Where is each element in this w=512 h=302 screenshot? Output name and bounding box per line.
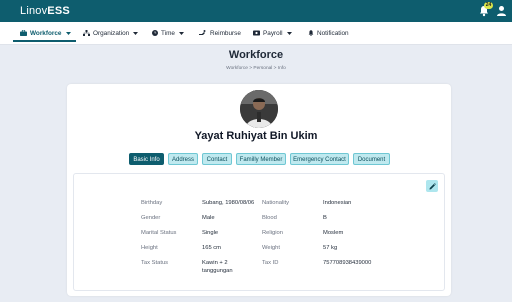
tax-id-value: 757708938439000 <box>323 260 372 266</box>
nav-payroll[interactable]: Payroll <box>253 22 295 44</box>
org-chart-icon <box>83 30 90 36</box>
height-label: Height <box>141 245 158 251</box>
chevron-down-icon <box>286 31 292 35</box>
basic-info-panel <box>73 173 445 291</box>
marital-status-label: Marital Status <box>141 230 177 236</box>
nav-workforce-label: Workforce <box>30 29 62 37</box>
top-bar: LinovESS 24 <box>0 0 512 22</box>
tab-document[interactable]: Document <box>353 153 390 165</box>
nav-payroll-label: Payroll <box>263 29 283 37</box>
nav-notification[interactable]: Notification <box>308 22 349 44</box>
tax-status-value-line2: tanggungan <box>202 268 233 274</box>
main-nav: Workforce Organization Time Reimburse Pa… <box>0 22 512 45</box>
blood-label: Blood <box>262 215 277 221</box>
app-logo[interactable]: LinovESS <box>20 5 70 17</box>
gender-value: Male <box>202 215 215 221</box>
reimburse-icon <box>199 30 206 35</box>
nav-reimburse-label: Reimburse <box>210 29 241 37</box>
tax-status-label: Tax Status <box>141 260 169 266</box>
profile-photo <box>240 90 278 128</box>
weight-value: 57 kg <box>323 245 338 251</box>
tax-status-value-line1: Kawin + 2 <box>202 260 228 266</box>
religion-label: Religion <box>262 230 283 236</box>
edit-button[interactable] <box>426 180 438 192</box>
avatar <box>240 90 278 128</box>
nav-time[interactable]: Time <box>152 22 187 44</box>
nav-reimburse[interactable]: Reimburse <box>199 22 241 44</box>
chevron-down-icon <box>133 31 139 35</box>
bell-icon <box>308 30 314 36</box>
blood-value: B <box>323 215 327 221</box>
employee-name: Yayat Ruhiyat Bin Ukim <box>194 130 318 142</box>
active-nav-indicator <box>13 40 76 42</box>
tab-family-member[interactable]: Familly Member <box>236 153 286 165</box>
briefcase-icon <box>20 30 27 36</box>
nav-time-label: Time <box>161 29 175 37</box>
tab-basic-info[interactable]: Basic Info <box>129 153 164 165</box>
page-title: Workforce <box>228 49 284 61</box>
tab-contact[interactable]: Contact <box>202 153 232 165</box>
wallet-icon <box>253 30 260 36</box>
user-account-icon[interactable] <box>496 5 507 17</box>
clock-icon <box>152 30 158 36</box>
chevron-down-icon <box>65 31 71 35</box>
birthday-value: Subang, 1980/08/06 <box>202 200 255 206</box>
weight-label: Weight <box>262 245 280 251</box>
chevron-down-icon <box>178 31 184 35</box>
gender-label: Gender <box>141 215 161 221</box>
notification-count-badge: 24 <box>484 2 493 9</box>
nav-organization[interactable]: Organization <box>83 22 141 44</box>
tax-id-label: Tax ID <box>262 260 279 266</box>
height-value: 165 cm <box>202 245 222 251</box>
pencil-icon <box>429 182 436 189</box>
nationality-value: Indonesian <box>323 200 352 206</box>
nav-notification-label: Notification <box>317 29 349 37</box>
birthday-label: Birthday <box>141 200 163 206</box>
marital-status-value: Single <box>202 230 219 236</box>
breadcrumb[interactable]: Workforce > Personal > Info <box>0 66 512 71</box>
nationality-label: Nationality <box>262 200 290 206</box>
tab-address[interactable]: Address <box>168 153 198 165</box>
religion-value: Moslem <box>323 230 344 236</box>
tab-emergency-contact[interactable]: Emergency Contact <box>290 153 349 165</box>
nav-organization-label: Organization <box>93 29 130 37</box>
